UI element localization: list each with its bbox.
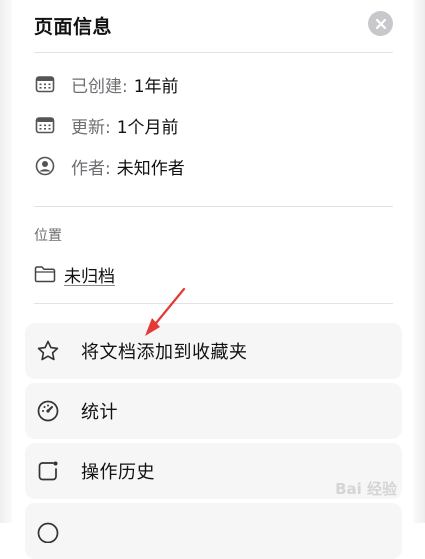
watermark: Bai 经验 xyxy=(335,478,397,499)
page-info-panel: 页面信息 已创建: 1年前 更新: 1个月前 作者: 未知作者 位置 未归档 将… xyxy=(0,0,425,559)
watermark-text: Bai 经验 xyxy=(335,480,397,498)
annotation-arrow xyxy=(145,287,186,336)
